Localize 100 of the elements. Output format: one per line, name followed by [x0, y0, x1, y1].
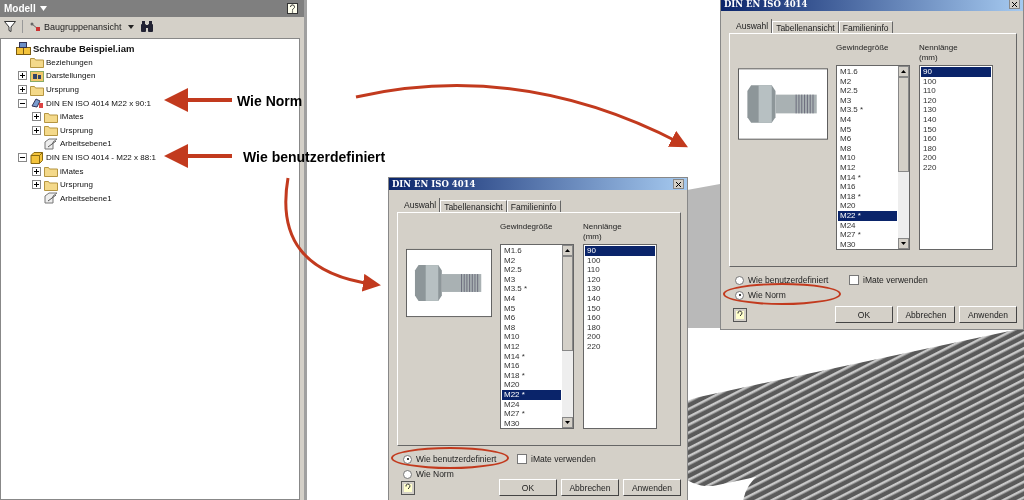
tree-item[interactable]: Ursprung — [60, 180, 93, 190]
list-item[interactable]: 180 — [921, 143, 991, 154]
tree-item[interactable]: Ursprung — [46, 85, 79, 95]
list-item[interactable]: 200 — [585, 332, 655, 342]
list-item[interactable]: M1.6 — [838, 67, 897, 77]
list-item[interactable]: M2 — [502, 255, 561, 266]
list-item[interactable]: 160 — [585, 313, 655, 323]
list-item[interactable]: M18 * — [838, 191, 897, 202]
tree-item[interactable]: DIN EN ISO 4014 - M22 x 88:1 — [46, 153, 156, 163]
list-item[interactable]: 90 — [585, 246, 655, 256]
list-item[interactable]: M16 — [502, 361, 561, 371]
list-item[interactable]: M27 * — [838, 230, 897, 240]
list-item[interactable]: 150 — [585, 303, 655, 314]
expand-icon[interactable] — [32, 180, 41, 190]
expand-icon[interactable] — [18, 71, 27, 81]
scroll-thumb[interactable] — [562, 256, 573, 351]
panel-title[interactable]: Modell — [4, 3, 36, 14]
list-item[interactable]: M20 — [838, 201, 897, 211]
collapse-icon[interactable] — [18, 98, 27, 108]
list-item[interactable]: 220 — [921, 162, 991, 173]
dialog-button[interactable]: Abbrechen — [897, 306, 955, 323]
tree-item[interactable]: iMates — [60, 166, 84, 176]
checkbox[interactable] — [849, 275, 859, 285]
dialog-button[interactable]: OK — [499, 479, 557, 496]
list-item[interactable]: M3 — [838, 95, 897, 106]
list-item[interactable]: M22 * — [838, 210, 897, 221]
tree-item[interactable]: Arbeitsebene1 — [60, 193, 112, 203]
radio-option[interactable]: Wie Norm — [735, 290, 786, 300]
list-item[interactable]: M2.5 — [838, 86, 897, 96]
scrollbar[interactable] — [898, 66, 909, 249]
list-item[interactable]: M20 — [502, 380, 561, 390]
scroll-thumb[interactable] — [898, 77, 909, 172]
list-item[interactable]: 100 — [921, 76, 991, 87]
list-item[interactable]: M3.5 * — [502, 284, 561, 294]
tab[interactable]: Tabellenansicht — [772, 21, 839, 33]
list-item[interactable]: M6 — [838, 134, 897, 144]
tree-item[interactable]: Beziehungen — [46, 57, 93, 67]
caret-icon[interactable] — [127, 24, 134, 29]
list-item[interactable]: M27 * — [502, 409, 561, 419]
checkbox-option[interactable]: iMate verwenden — [517, 454, 596, 464]
scroll-down-icon[interactable] — [898, 238, 909, 249]
list-item[interactable]: M6 — [502, 313, 561, 323]
list-item[interactable]: 120 — [585, 274, 655, 285]
list-item[interactable]: M12 — [502, 341, 561, 352]
list-item[interactable]: M8 — [838, 143, 897, 154]
help-icon[interactable] — [401, 480, 415, 495]
list-item[interactable]: M24 — [502, 399, 561, 410]
list-item[interactable]: M14 * — [502, 351, 561, 362]
radio-button[interactable] — [735, 275, 744, 285]
checkbox[interactable] — [517, 454, 527, 464]
list-item[interactable]: 100 — [585, 255, 655, 266]
scroll-up-icon[interactable] — [562, 245, 573, 256]
binoculars-icon[interactable] — [139, 21, 154, 32]
list-item[interactable]: M24 — [838, 220, 897, 231]
radio-button[interactable] — [403, 454, 412, 464]
scrollbar[interactable] — [562, 245, 573, 428]
tab[interactable]: Familieninfo — [838, 21, 893, 33]
view-dropdown[interactable]: Baugruppenansicht — [29, 21, 122, 32]
scroll-down-icon[interactable] — [562, 417, 573, 428]
list-item[interactable]: 200 — [921, 153, 991, 163]
expand-icon[interactable] — [18, 85, 27, 95]
list-item[interactable]: 90 — [921, 67, 991, 77]
filter-icon[interactable] — [4, 21, 16, 32]
dialog-button[interactable]: OK — [835, 306, 893, 323]
dialog-button[interactable]: Anwenden — [623, 479, 681, 496]
list-item[interactable]: M30 — [838, 239, 897, 250]
list-item[interactable]: M4 — [838, 114, 897, 125]
list-item[interactable]: M3 — [502, 274, 561, 285]
list-item[interactable]: M5 — [502, 303, 561, 314]
list-item[interactable]: M2.5 — [502, 265, 561, 275]
list-item[interactable]: M16 — [838, 182, 897, 192]
close-button[interactable] — [1009, 0, 1020, 9]
collapse-icon[interactable] — [18, 153, 27, 163]
checkbox-option[interactable]: iMate verwenden — [849, 275, 928, 285]
radio-button[interactable] — [403, 469, 412, 479]
list-item[interactable]: M3.5 * — [838, 105, 897, 115]
list-item[interactable]: M22 * — [502, 389, 561, 400]
tree-item[interactable]: Ursprung — [60, 125, 93, 135]
radio-button[interactable] — [735, 290, 744, 300]
dialog-button[interactable]: Abbrechen — [561, 479, 619, 496]
close-button[interactable] — [673, 179, 684, 189]
expand-icon[interactable] — [32, 112, 41, 122]
list-item[interactable]: 110 — [585, 265, 655, 275]
list-item[interactable]: 130 — [585, 284, 655, 294]
tree-item[interactable]: DIN EN ISO 4014 M22 x 90:1 — [46, 98, 151, 108]
tree-item[interactable]: iMates — [60, 112, 84, 122]
list-item[interactable]: M5 — [838, 124, 897, 135]
list-item[interactable]: 140 — [585, 293, 655, 304]
list-item[interactable]: M18 * — [502, 370, 561, 381]
list-item[interactable]: M4 — [502, 293, 561, 304]
expand-icon[interactable] — [32, 125, 41, 135]
list-item[interactable]: 220 — [585, 341, 655, 352]
list-item[interactable]: 110 — [921, 86, 991, 96]
tree-item[interactable]: Darstellungen — [46, 71, 96, 81]
tab[interactable]: Tabellenansicht — [440, 200, 507, 212]
list-item[interactable]: M10 — [838, 153, 897, 163]
list-item[interactable]: 130 — [921, 105, 991, 115]
tab[interactable]: Familieninfo — [506, 200, 561, 212]
help-icon[interactable] — [287, 3, 298, 14]
list-item[interactable]: M12 — [838, 162, 897, 173]
